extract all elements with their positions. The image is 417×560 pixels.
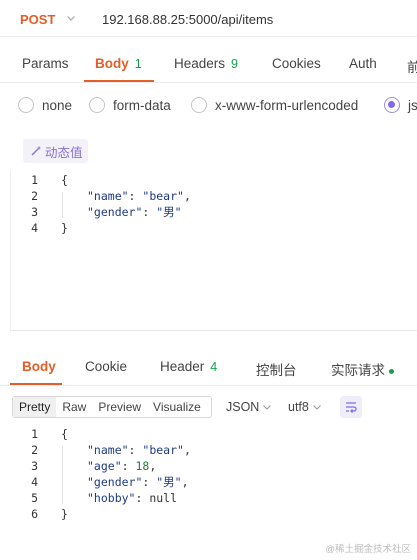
- tab-more[interactable]: 前: [407, 56, 417, 76]
- indent-guide: [62, 192, 63, 218]
- format-preview[interactable]: Preview: [92, 397, 147, 417]
- format-raw[interactable]: Raw: [56, 397, 92, 417]
- punctuation: ,: [183, 443, 191, 457]
- response-tab-body[interactable]: Body: [22, 359, 56, 374]
- tab-label: Params: [22, 56, 69, 71]
- punctuation: ,: [149, 459, 157, 473]
- language-select[interactable]: JSON: [226, 400, 272, 414]
- radio-icon: [18, 97, 34, 113]
- body-type-urlencoded[interactable]: x-www-form-urlencoded: [191, 97, 358, 113]
- radio-label: none: [42, 97, 73, 113]
- json-key: "gender": [87, 475, 143, 489]
- json-value: null: [149, 491, 178, 505]
- response-body-viewer[interactable]: 1{ 2 "name": "bear", 3 "age": 18, 4 "gender…: [0, 426, 417, 536]
- line-number: 4: [31, 475, 38, 489]
- json-value: "男": [156, 475, 182, 489]
- encoding-value: utf8: [288, 400, 309, 414]
- indent-guide: [62, 446, 63, 504]
- line-number: 6: [31, 507, 38, 521]
- tab-label: Header: [160, 359, 205, 374]
- encoding-select[interactable]: utf8: [288, 400, 322, 414]
- tab-label: 前: [407, 60, 417, 75]
- tab-label: 控制台: [256, 363, 297, 378]
- tab-label: Headers: [174, 56, 226, 71]
- divider: [0, 385, 417, 386]
- chevron-down-icon: [312, 405, 321, 410]
- tab-count: 9: [231, 57, 238, 71]
- tab-label: Body: [22, 359, 56, 374]
- punctuation: ,: [183, 189, 191, 203]
- response-tab-header[interactable]: Header 4: [160, 359, 217, 374]
- response-tab-console[interactable]: 控制台: [256, 359, 297, 379]
- line-number: 4: [31, 221, 38, 235]
- json-key: "age": [87, 459, 122, 473]
- url-input[interactable]: 192.168.88.25:5000/api/items: [102, 12, 273, 27]
- divider: [10, 170, 11, 331]
- dynamic-value-button[interactable]: 动态值: [23, 139, 88, 163]
- watermark: @稀土掘金技术社区: [325, 544, 411, 555]
- json-value: "bear": [142, 443, 184, 457]
- radio-label: js: [408, 97, 417, 113]
- chevron-down-icon[interactable]: [66, 13, 76, 23]
- tab-label: 实际请求: [331, 363, 385, 378]
- divider: [0, 36, 417, 37]
- tab-label: Auth: [349, 56, 377, 71]
- code-text: {: [61, 427, 68, 441]
- json-value: "男": [156, 205, 182, 219]
- json-key: "name": [87, 443, 129, 457]
- tab-headers[interactable]: Headers 9: [174, 56, 238, 71]
- punctuation: ,: [181, 475, 189, 489]
- tab-cookies[interactable]: Cookies: [272, 56, 321, 71]
- method-select[interactable]: POST: [20, 12, 55, 27]
- line-number: 3: [31, 459, 38, 473]
- code-text: }: [61, 507, 68, 521]
- line-number: 1: [31, 427, 38, 441]
- line-number: 2: [31, 189, 38, 203]
- json-key: "gender": [87, 205, 143, 219]
- radio-icon: [191, 97, 207, 113]
- tab-params[interactable]: Params: [22, 56, 69, 71]
- tab-auth[interactable]: Auth: [349, 56, 377, 71]
- code-text: {: [61, 173, 68, 187]
- body-type-none[interactable]: none: [18, 97, 72, 113]
- divider: [10, 330, 417, 331]
- response-tab-actual-request[interactable]: 实际请求: [331, 359, 394, 379]
- language-value: JSON: [226, 400, 260, 414]
- radio-label: form-data: [113, 97, 171, 113]
- line-number: 5: [31, 491, 38, 505]
- tab-label: Cookies: [272, 56, 321, 71]
- tab-body[interactable]: Body 1: [95, 56, 142, 71]
- tab-count: 1: [134, 57, 142, 71]
- format-segmented-control: Pretty Raw Preview Visualize: [12, 396, 212, 418]
- radio-icon: [89, 97, 105, 113]
- format-visualize[interactable]: Visualize: [147, 397, 207, 417]
- wrap-lines-button[interactable]: [340, 396, 362, 418]
- line-number: 3: [31, 205, 38, 219]
- request-body-editor[interactable]: 1{ 2 "name": "bear", 3 "gender": "男" 4}: [0, 172, 417, 322]
- line-number: 2: [31, 443, 38, 457]
- json-value: 18: [135, 459, 150, 473]
- json-key: "name": [87, 189, 129, 203]
- status-dot-icon: [389, 368, 394, 374]
- body-type-form-data[interactable]: form-data: [89, 97, 171, 113]
- tab-label: Cookie: [85, 359, 128, 374]
- tab-count: 4: [210, 360, 218, 374]
- dynamic-value-label: 动态值: [45, 145, 83, 160]
- magic-wand-icon: [31, 146, 41, 156]
- radio-selected-icon: [384, 97, 400, 113]
- line-number: 1: [31, 173, 38, 187]
- response-tab-cookie[interactable]: Cookie: [85, 359, 127, 374]
- wrap-lines-icon: [346, 402, 357, 413]
- code-text: }: [61, 221, 68, 235]
- radio-label: x-www-form-urlencoded: [215, 97, 359, 113]
- format-pretty[interactable]: Pretty: [13, 397, 57, 417]
- json-value: "bear": [142, 189, 184, 203]
- divider: [0, 82, 417, 83]
- json-key: "hobby": [87, 491, 136, 505]
- chevron-down-icon: [263, 405, 272, 410]
- tab-label: Body: [95, 56, 129, 71]
- body-type-json[interactable]: js: [384, 97, 417, 113]
